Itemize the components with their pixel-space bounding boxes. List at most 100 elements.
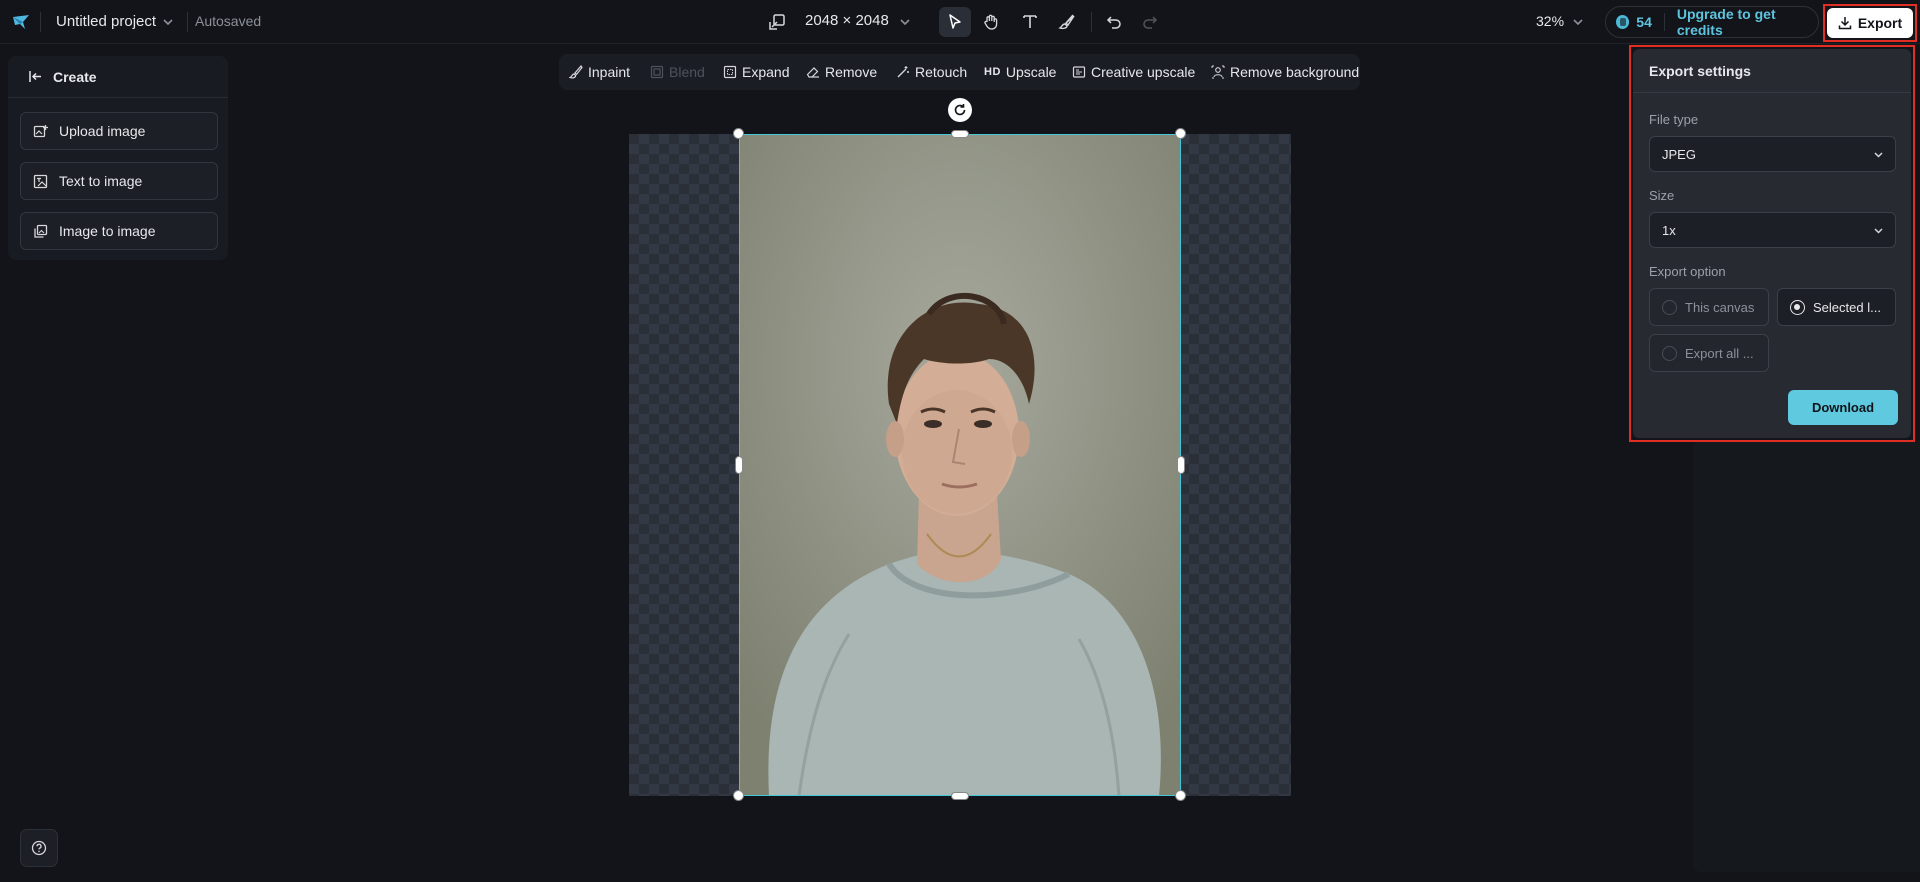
remove-background-button[interactable]: Remove background (1211, 54, 1359, 90)
file-type-value: JPEG (1662, 146, 1696, 162)
retouch-button[interactable]: Retouch (896, 54, 967, 90)
selection-frame[interactable] (739, 134, 1181, 796)
canvas-size[interactable]: 2048 × 2048 (805, 12, 889, 29)
chevron-down-icon (1874, 152, 1883, 158)
brush-tool[interactable] (1051, 7, 1083, 37)
resize-canvas-icon[interactable] (768, 13, 786, 31)
option-label: Export all ... (1685, 345, 1754, 361)
hand-tool[interactable] (975, 7, 1007, 37)
resize-handle-left[interactable] (735, 456, 743, 474)
create-header[interactable]: Create (8, 56, 228, 98)
option-export-all[interactable]: Export all ... (1649, 334, 1769, 372)
zoom-level[interactable]: 32% (1536, 13, 1564, 29)
download-label: Download (1811, 400, 1875, 415)
export-settings-title: Export settings (1633, 49, 1911, 93)
redo-icon (1143, 16, 1158, 29)
eraser-icon (806, 67, 819, 78)
expand-button[interactable]: Expand (723, 54, 789, 90)
upload-image-button[interactable]: Upload image (20, 112, 218, 150)
remove-button[interactable]: Remove (806, 54, 877, 90)
download-icon (1838, 17, 1852, 30)
radio-unselected-icon (1662, 345, 1677, 361)
inpaint-label: Inpaint (588, 64, 631, 80)
project-name[interactable]: Untitled project (56, 13, 156, 30)
inpaint-icon (569, 65, 583, 79)
radio-unselected-icon (1662, 299, 1677, 315)
back-arrow-icon (29, 71, 41, 82)
image-to-image-button[interactable]: Image to image (20, 212, 218, 250)
chevron-down-icon[interactable] (160, 14, 176, 30)
create-panel: Create Upload image Text to image Image … (8, 56, 228, 260)
right-side-panel (1693, 440, 1920, 872)
download-button[interactable]: Download (1788, 390, 1898, 425)
resize-handle-bottom[interactable] (951, 792, 969, 800)
resize-handle-top-right[interactable] (1175, 128, 1186, 139)
chevron-down-icon[interactable] (897, 14, 913, 30)
help-icon (31, 840, 47, 856)
expand-label: Expand (742, 64, 790, 80)
size-select[interactable]: 1x (1649, 212, 1896, 248)
option-label: This canvas (1685, 299, 1755, 315)
credit-count: 54 (1636, 14, 1652, 30)
export-option-label: Export option (1649, 264, 1726, 279)
rotate-icon (954, 104, 966, 116)
size-value: 1x (1662, 222, 1676, 238)
blend-label: Blend (669, 64, 705, 80)
retouch-label: Retouch (915, 64, 968, 80)
undo-button[interactable] (1098, 7, 1130, 37)
remove-label: Remove (825, 64, 878, 80)
file-type-select[interactable]: JPEG (1649, 136, 1896, 172)
export-button[interactable]: Export (1827, 8, 1913, 38)
text-tool[interactable] (1014, 7, 1046, 37)
inpaint-button[interactable]: Inpaint (569, 54, 630, 90)
option-label: Selected l... (1813, 299, 1881, 315)
expand-icon (723, 65, 737, 79)
remove-background-label: Remove background (1230, 64, 1360, 80)
option-this-canvas[interactable]: This canvas (1649, 288, 1769, 326)
retouch-icon (897, 66, 909, 78)
remove-background-icon (1211, 65, 1225, 79)
divider (40, 12, 41, 32)
hand-icon (984, 14, 998, 30)
upscale-label: Upscale (1005, 64, 1057, 80)
resize-handle-top[interactable] (951, 130, 969, 138)
resize-handle-bottom-left[interactable] (733, 790, 744, 801)
select-tool[interactable] (939, 7, 971, 37)
export-settings-highlight: Export settings File type JPEG Size 1x E… (1629, 45, 1915, 442)
creative-upscale-label: Creative upscale (1091, 64, 1196, 80)
text-to-image-button[interactable]: Text to image (20, 162, 218, 200)
divider (1663, 13, 1665, 31)
credits-pill[interactable]: 54 Upgrade to get credits (1605, 6, 1819, 38)
create-button-label: Upload image (59, 123, 146, 139)
upgrade-link[interactable]: Upgrade to get credits (1677, 6, 1818, 38)
upload-image-icon (33, 124, 48, 137)
hd-icon: HD (984, 66, 1001, 78)
blend-icon (650, 65, 664, 79)
help-button[interactable] (20, 829, 58, 867)
credit-coin-icon (1616, 15, 1630, 29)
resize-handle-bottom-right[interactable] (1175, 790, 1186, 801)
size-label: Size (1649, 188, 1675, 203)
option-selected[interactable]: Selected l... (1777, 288, 1896, 326)
export-highlight: Export (1823, 4, 1917, 42)
create-button-label: Image to image (59, 223, 156, 239)
resize-handle-right[interactable] (1177, 456, 1185, 474)
app-logo-icon[interactable] (12, 13, 30, 31)
create-button-label: Text to image (59, 173, 143, 189)
divider (1091, 12, 1092, 32)
rotate-handle[interactable] (948, 98, 972, 122)
file-type-label: File type (1649, 112, 1699, 127)
text-to-image-icon (33, 174, 48, 188)
export-label: Export (1857, 15, 1903, 31)
blend-button[interactable]: Blend (650, 54, 705, 90)
cursor-icon (949, 14, 961, 29)
resize-handle-top-left[interactable] (733, 128, 744, 139)
undo-icon (1106, 16, 1121, 29)
autosave-status: Autosaved (195, 13, 262, 29)
chevron-down-icon[interactable] (1570, 14, 1586, 30)
creative-upscale-button[interactable]: Creative upscale (1072, 54, 1195, 90)
divider (187, 12, 188, 32)
redo-button[interactable] (1134, 7, 1166, 37)
chevron-down-icon (1874, 228, 1883, 234)
upscale-button[interactable]: HD Upscale (984, 54, 1056, 90)
